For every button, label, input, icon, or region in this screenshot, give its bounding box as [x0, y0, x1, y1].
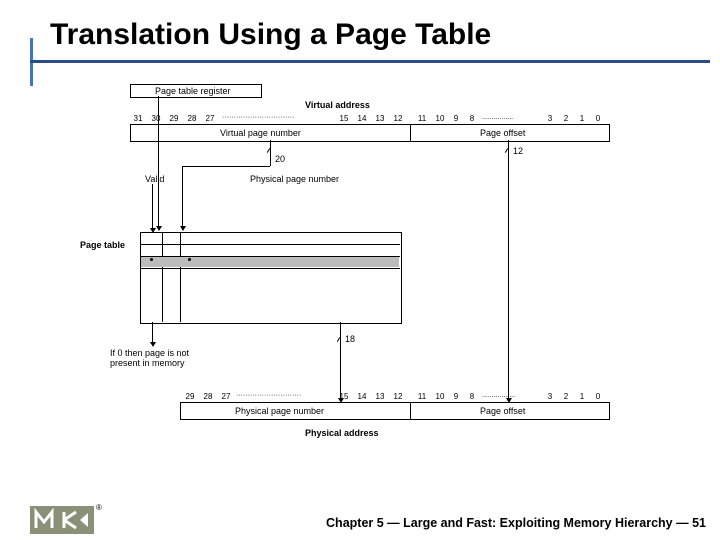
label-page-offset-2: Page offset: [480, 406, 525, 416]
label-page-offset: Page offset: [480, 128, 525, 138]
label-physical-page-number-2: Physical page number: [235, 406, 324, 416]
mk-logo: [30, 506, 94, 534]
label-valid: Valid: [145, 174, 164, 184]
label-width-12: 12: [513, 146, 523, 156]
footer-text: Chapter 5 — Large and Fast: Exploiting M…: [326, 516, 706, 530]
label-width-20: 20: [275, 154, 285, 164]
slide-title: Translation Using a Page Table: [50, 18, 710, 52]
label-page-table: Page table: [80, 240, 125, 250]
page-table-diagram: Page table register Virtual address 31 3…: [80, 82, 640, 462]
label-width-18: 18: [345, 334, 355, 344]
label-not-present: If 0 then page is not present in memory: [110, 348, 210, 368]
registered-mark: ®: [96, 503, 102, 512]
label-page-table-register: Page table register: [155, 86, 231, 96]
label-physical-address: Physical address: [305, 428, 379, 438]
label-virtual-address: Virtual address: [305, 100, 370, 110]
label-physical-page-number: Physical page number: [250, 174, 339, 184]
label-virtual-page-number: Virtual page number: [220, 128, 301, 138]
